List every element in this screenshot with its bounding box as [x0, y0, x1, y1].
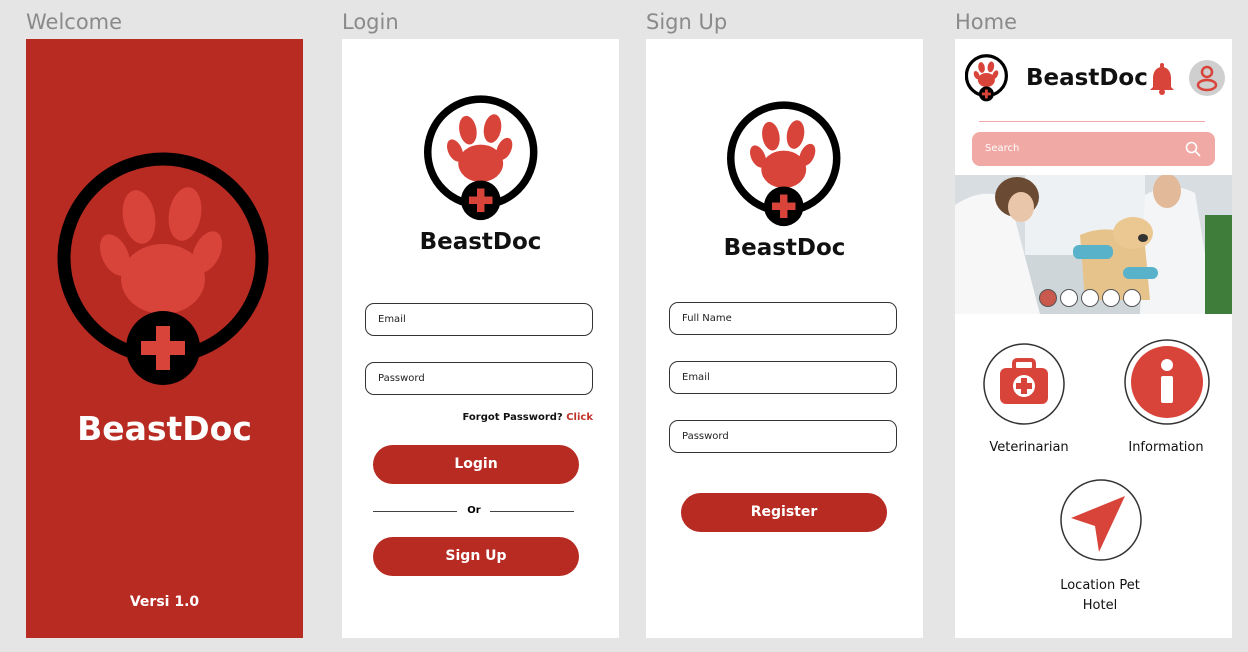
frame-label-welcome: Welcome [26, 10, 123, 34]
carousel-dot[interactable] [1039, 289, 1057, 307]
fullname-field[interactable]: Full Name [669, 302, 897, 335]
password-field[interactable]: Password [365, 362, 593, 395]
frame-label-home: Home [955, 10, 1018, 34]
paw-logo-icon [57, 152, 269, 385]
carousel-dots [1039, 289, 1141, 307]
frame-label-signup: Sign Up [646, 10, 728, 34]
location-label-line1: Location Pet [1060, 578, 1140, 593]
version-text: Versi 1.0 [129, 594, 200, 610]
carousel-dot[interactable] [1102, 289, 1120, 307]
login-button[interactable]: Login [373, 445, 579, 484]
medical-kit-icon[interactable] [982, 342, 1066, 426]
carousel-dot[interactable] [1060, 289, 1078, 307]
forgot-password-link[interactable]: Click [566, 412, 593, 423]
email-field[interactable]: Email [365, 303, 593, 336]
home-screen: BeastDoc Search Veterinarian Information… [955, 39, 1232, 638]
search-bar[interactable]: Search [972, 132, 1215, 166]
location-label-line2: Hotel [1082, 598, 1118, 613]
login-screen: BeastDoc Email Password Forgot Password?… [342, 39, 619, 638]
location-arrow-icon[interactable] [1059, 478, 1143, 562]
signup-screen: BeastDoc Full Name Email Password Regist… [646, 39, 923, 638]
paw-logo-icon [727, 101, 841, 227]
forgot-password-text: Forgot Password? [462, 412, 563, 423]
welcome-screen: BeastDoc Versi 1.0 [26, 39, 303, 638]
frame-label-login: Login [342, 10, 399, 34]
veterinarian-label[interactable]: Veterinarian [965, 440, 1093, 455]
carousel-dot[interactable] [1123, 289, 1141, 307]
signup-app-name: BeastDoc [723, 235, 846, 261]
user-icon[interactable] [1188, 59, 1226, 97]
search-input[interactable]: Search [985, 132, 1019, 166]
signup-password-field[interactable]: Password [669, 420, 897, 453]
search-icon[interactable] [1185, 141, 1201, 157]
signup-email-field[interactable]: Email [669, 361, 897, 394]
welcome-app-name: BeastDoc [77, 409, 252, 448]
paw-logo-icon [424, 95, 538, 221]
signup-button[interactable]: Sign Up [373, 537, 579, 576]
paw-logo-icon [965, 54, 1008, 102]
forgot-password: Forgot Password? Click [463, 412, 594, 423]
register-button[interactable]: Register [681, 493, 887, 532]
login-app-name: BeastDoc [419, 229, 542, 255]
home-app-name: BeastDoc [1026, 65, 1148, 91]
header-divider [979, 121, 1205, 122]
bell-icon[interactable] [1144, 61, 1180, 97]
information-label[interactable]: Information [1101, 440, 1231, 455]
divider-right [490, 511, 574, 512]
info-icon[interactable] [1123, 338, 1211, 426]
carousel-dot[interactable] [1081, 289, 1099, 307]
location-pet-hotel-label[interactable]: Location Pet Hotel [1035, 576, 1165, 616]
